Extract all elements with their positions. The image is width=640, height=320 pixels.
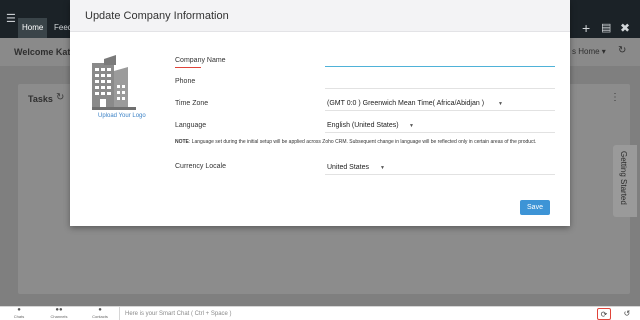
building-icon <box>92 55 136 110</box>
language-value: English (United States) <box>327 122 399 129</box>
company-name-label: Company Name <box>175 57 226 64</box>
bottom-item-label: Channels <box>50 314 68 319</box>
welcome-text: Welcome Kath <box>14 47 76 57</box>
time-zone-value: (GMT 0:0 ) Greenwich Mean Time( Africa/A… <box>327 100 485 107</box>
upload-logo-link[interactable]: Upload Your Logo <box>98 113 146 119</box>
bottom-bar: ● Chats ●● Channels ● Contacts Here is y… <box>0 306 640 320</box>
contacts-icon: ● <box>98 307 102 313</box>
history-icon[interactable]: ↺ <box>620 308 634 320</box>
language-note: NOTE: Language set during the initial se… <box>175 138 559 146</box>
tasks-title: Tasks <box>28 94 53 104</box>
currency-locale-underline <box>325 174 555 175</box>
phone-underline <box>325 88 555 89</box>
company-logo-placeholder[interactable] <box>92 55 136 111</box>
chat-icon: ● <box>17 307 21 313</box>
home-dropdown[interactable]: s Home ▾ <box>572 47 606 56</box>
save-button[interactable]: Save <box>520 200 550 215</box>
smart-chat-input[interactable]: Here is your Smart Chat ( Ctrl + Space ) <box>119 307 589 320</box>
more-options-icon[interactable]: ⋮ <box>610 92 620 103</box>
phone-input[interactable] <box>325 75 555 87</box>
home-dropdown-label: s Home <box>572 47 600 56</box>
update-company-modal: Update Company Information Upload Your L… <box>70 0 570 226</box>
bottom-item-chats[interactable]: ● Chats <box>4 307 34 320</box>
bottom-item-label: Contacts <box>92 314 108 319</box>
company-name-input[interactable] <box>325 53 555 65</box>
bottom-item-channels[interactable]: ●● Channels <box>44 307 74 320</box>
getting-started-tab[interactable]: Getting Started <box>613 145 637 217</box>
modal-header: Update Company Information <box>70 0 570 32</box>
chevron-down-icon: ▾ <box>601 47 606 56</box>
setup-tools-icon[interactable]: ✖ <box>620 18 630 38</box>
bottom-item-label: Chats <box>13 314 25 319</box>
phone-label: Phone <box>175 78 196 85</box>
getting-started-label: Getting Started <box>619 151 628 205</box>
note-label: NOTE <box>175 139 189 145</box>
company-name-underline <box>325 66 555 67</box>
language-underline <box>325 132 555 133</box>
add-icon[interactable]: + <box>582 18 590 38</box>
time-zone-underline <box>325 110 555 111</box>
language-label: Language <box>175 122 207 129</box>
tab-home[interactable]: Home <box>18 18 48 38</box>
notification-icon[interactable]: ⟳ <box>597 308 611 320</box>
reload-icon[interactable]: ↻ <box>56 92 64 103</box>
modal-title: Update Company Information <box>85 10 229 22</box>
time-zone-label: Time Zone <box>175 100 209 107</box>
chevron-down-icon: ▼ <box>409 123 414 129</box>
chevron-down-icon: ▼ <box>498 101 503 107</box>
currency-locale-value: United States <box>327 164 370 171</box>
bottom-item-contacts[interactable]: ● Contacts <box>85 307 115 320</box>
hamburger-menu-icon[interactable]: ☰ <box>6 12 16 25</box>
calendar-icon[interactable]: ▤ <box>601 18 611 38</box>
required-indicator <box>175 67 201 68</box>
currency-locale-label: Currency Locale <box>175 163 226 170</box>
note-text: : Language set during the initial setup … <box>188 139 537 145</box>
chevron-down-icon: ▼ <box>380 165 385 171</box>
channels-icon: ●● <box>55 307 63 313</box>
refresh-icon[interactable]: ↻ <box>618 45 626 56</box>
